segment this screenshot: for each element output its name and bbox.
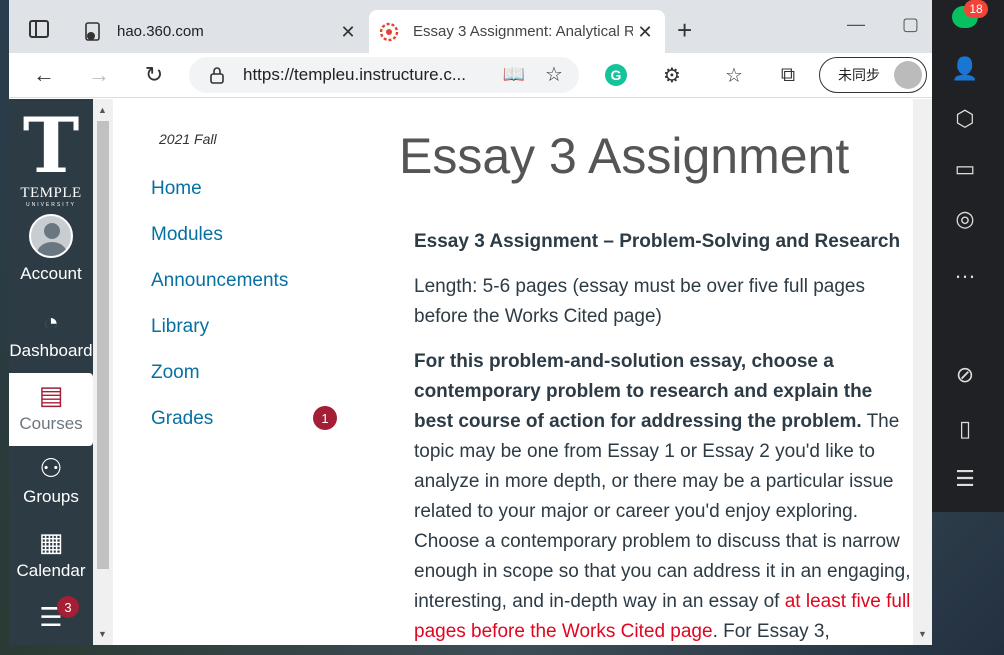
forward-icon[interactable]: → [84, 61, 114, 89]
tab-essay3[interactable]: Essay 3 Assignment: Analytical Re ✕ [369, 10, 665, 53]
scroll-up-icon[interactable]: ▲ [98, 105, 107, 115]
favorites-icon[interactable]: ☆ [719, 61, 749, 89]
tab-hao360[interactable]: hao.360.com ✕ [73, 10, 368, 53]
nav-label: Groups [23, 487, 79, 506]
scroll-down-icon[interactable]: ▼ [918, 629, 927, 639]
grades-badge: 1 [313, 406, 337, 430]
scroll-down-icon[interactable]: ▼ [98, 629, 107, 639]
maximize-icon[interactable]: ▢ [902, 14, 919, 35]
folder-icon[interactable]: ▭ [952, 156, 978, 182]
temple-logo[interactable]: T TEMPLE UNIVERSITY [17, 101, 85, 209]
course-nav-modules[interactable]: Modules [151, 224, 223, 246]
scroll-thumb[interactable] [97, 121, 109, 569]
refresh-icon[interactable]: ↻ [139, 61, 169, 89]
course-nav-library[interactable]: Library [151, 316, 209, 338]
tab-bar: hao.360.com ✕ Essay 3 Assignment: Analyt… [9, 0, 932, 53]
sync-label: 未同步 [838, 67, 880, 83]
chat-badge: 18 [964, 0, 988, 18]
toolbar: ← → ↻ https://templeu.instructure.c... 📖… [9, 53, 932, 98]
body-tail: . For Essay 3, [712, 621, 830, 642]
side-panel: 18 👤 ⬡ ▭ ◎ … ⊘ ▯ ☰ [932, 0, 1004, 512]
course-nav-home[interactable]: Home [151, 178, 202, 200]
address-bar[interactable]: https://templeu.instructure.c... 📖 ☆ [189, 57, 579, 93]
favorite-add-icon[interactable]: ☆ [539, 60, 569, 88]
profile-avatar [894, 61, 922, 89]
page-icon [85, 21, 100, 41]
nav-account[interactable]: Account [9, 214, 93, 284]
assignment-body: For this problem-and-solution essay, cho… [414, 347, 914, 645]
close-icon[interactable]: ✕ [635, 22, 655, 42]
canvas-logo-icon [379, 22, 399, 41]
nav-scrollbar[interactable]: ▲ ▼ [93, 99, 113, 645]
inbox-icon: ☰ [39, 602, 63, 632]
assignment-heading: Essay 3 Assignment – Problem-Solving and… [414, 231, 901, 252]
groups-icon: ⚇ [39, 453, 63, 483]
logo-name: TEMPLE [20, 185, 82, 201]
user-icon[interactable]: 👤 [951, 56, 978, 82]
courses-icon: ▤ [38, 380, 64, 410]
account-avatar-icon [29, 214, 73, 258]
new-tab-icon[interactable]: + [677, 17, 692, 43]
nav-courses[interactable]: ▤ Courses [9, 373, 93, 446]
tab-title: hao.360.com [117, 23, 204, 40]
page-title: Essay 3 Assignment [399, 128, 850, 184]
link-icon[interactable]: ⊘ [952, 362, 978, 388]
sync-button[interactable]: 未同步 [819, 57, 927, 93]
menu-icon[interactable]: ☰ [952, 466, 978, 492]
aperture-icon[interactable]: ◎ [952, 206, 978, 232]
course-nav-zoom[interactable]: Zoom [151, 362, 200, 384]
nav-calendar[interactable]: ▦ Calendar [9, 527, 93, 581]
nav-dashboard[interactable]: ◔ Dashboard [9, 307, 93, 361]
inbox-badge: 3 [57, 596, 79, 618]
length-requirement: Length: 5-6 pages (essay must be over fi… [414, 276, 865, 327]
lock-icon [210, 67, 224, 84]
nav-label: Account [20, 264, 82, 283]
course-nav-grades[interactable]: Grades [151, 408, 213, 430]
back-icon[interactable]: ← [29, 61, 59, 89]
phone-icon[interactable]: ▯ [952, 416, 978, 442]
reader-icon[interactable]: 📖 [499, 60, 529, 88]
nav-inbox[interactable]: ☰ 3 [9, 596, 93, 636]
extensions-icon[interactable]: ⚙ [657, 61, 687, 89]
term-label: 2021 Fall [159, 131, 217, 147]
bold-intro: For this problem-and-solution essay, cho… [414, 351, 873, 432]
nav-label: Calendar [16, 561, 86, 580]
calendar-icon: ▦ [38, 527, 64, 557]
nav-label: Courses [19, 414, 83, 433]
main-content: Essay 3 Assignment Essay 3 Assignment – … [353, 99, 913, 645]
grammarly-icon[interactable]: G [601, 61, 631, 89]
minimize-icon[interactable]: — [847, 14, 865, 35]
more-icon[interactable]: … [952, 258, 978, 284]
box-icon[interactable]: ⬡ [952, 106, 978, 132]
close-icon[interactable]: ✕ [338, 22, 358, 42]
body-text: The topic may be one from Essay 1 or Ess… [414, 411, 911, 612]
tab-actions-icon[interactable] [29, 20, 49, 38]
assignment-description: Essay 3 Assignment – Problem-Solving and… [414, 227, 914, 645]
dashboard-icon: ◔ [43, 307, 59, 337]
logo-mark: T [22, 101, 80, 190]
nav-groups[interactable]: ⚇ Groups [9, 453, 93, 507]
global-nav: T TEMPLE UNIVERSITY Account ◔ Dashboard … [9, 99, 93, 645]
course-nav-announcements[interactable]: Announcements [151, 270, 288, 292]
tab-title: Essay 3 Assignment: Analytical Re [413, 23, 633, 40]
browser-window: hao.360.com ✕ Essay 3 Assignment: Analyt… [9, 0, 932, 645]
content-scrollbar[interactable]: ▼ [913, 99, 932, 645]
nav-label: Dashboard [9, 341, 93, 360]
url-text: https://templeu.instructure.c... [243, 65, 466, 84]
logo-sub: UNIVERSITY [25, 202, 76, 208]
collections-icon[interactable]: ⧉ [773, 61, 803, 89]
course-nav: 2021 Fall Home Modules Announcements Lib… [113, 99, 353, 645]
